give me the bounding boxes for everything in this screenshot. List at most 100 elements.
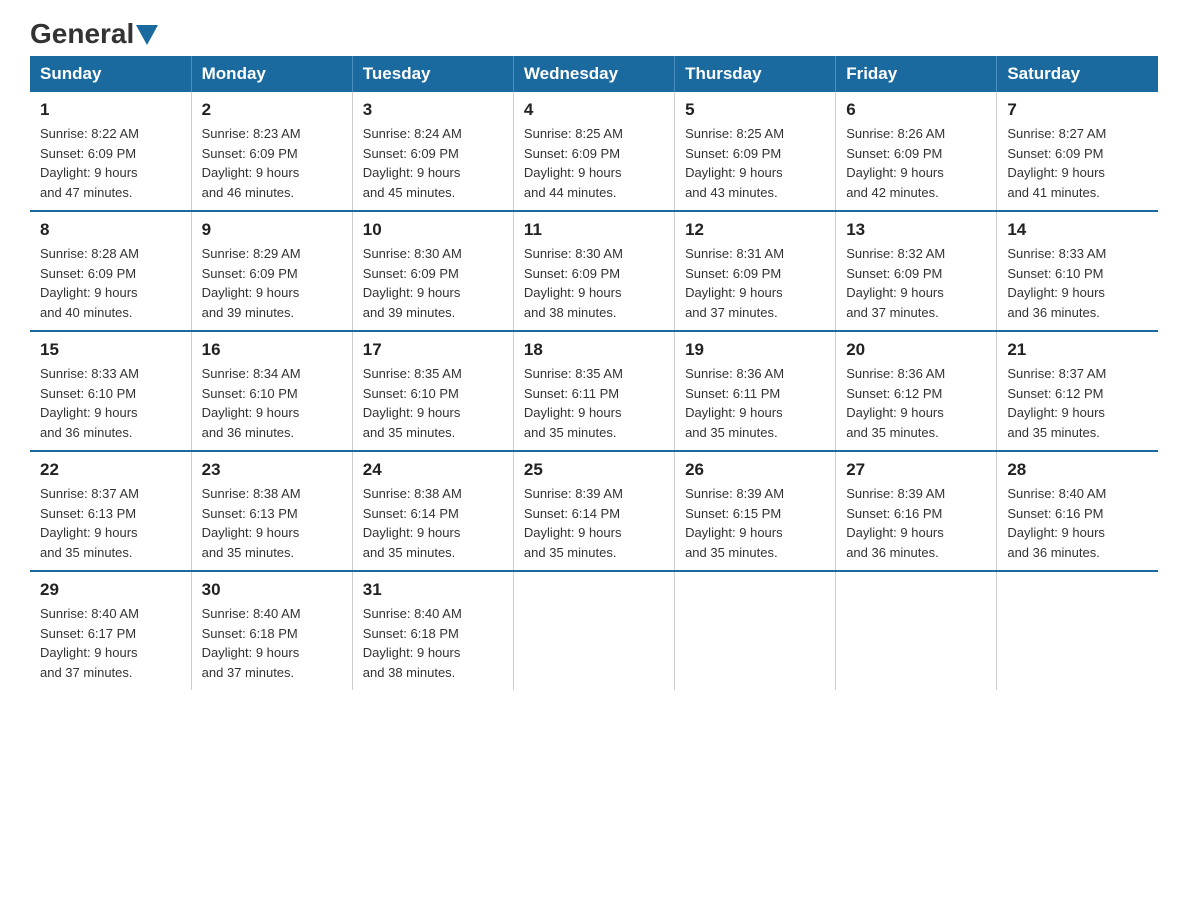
calendar-day-23: 23Sunrise: 8:38 AMSunset: 6:13 PMDayligh…	[191, 451, 352, 571]
calendar-day-14: 14 Sunrise: 8:33 AMSunset: 6:10 PMDayligh…	[997, 211, 1158, 331]
calendar-day-30: 30 Sunrise: 8:40 AMSunset: 6:18 PMDayligh…	[191, 571, 352, 690]
day-info: Sunrise: 8:26 AMSunset: 6:09 PMDaylight:…	[846, 124, 986, 202]
day-number: 5	[685, 100, 825, 120]
calendar-day-4: 4 Sunrise: 8:25 AMSunset: 6:09 PMDaylight…	[513, 92, 674, 211]
day-info: Sunrise: 8:35 AMSunset: 6:10 PMDaylight:…	[363, 364, 503, 442]
day-number: 14	[1007, 220, 1148, 240]
calendar-day-8: 8Sunrise: 8:28 AMSunset: 6:09 PMDaylight…	[30, 211, 191, 331]
day-info: Sunrise: 8:39 AMSunset: 6:16 PMDaylight:…	[846, 484, 986, 562]
calendar-day-7: 7 Sunrise: 8:27 AMSunset: 6:09 PMDaylight…	[997, 92, 1158, 211]
day-number: 1	[40, 100, 181, 120]
day-number: 18	[524, 340, 664, 360]
header-wednesday: Wednesday	[513, 56, 674, 92]
calendar-day-9: 9 Sunrise: 8:29 AMSunset: 6:09 PMDaylight…	[191, 211, 352, 331]
day-info: Sunrise: 8:30 AMSunset: 6:09 PMDaylight:…	[363, 244, 503, 322]
day-info: Sunrise: 8:36 AMSunset: 6:11 PMDaylight:…	[685, 364, 825, 442]
day-number: 6	[846, 100, 986, 120]
calendar-day-20: 20 Sunrise: 8:36 AMSunset: 6:12 PMDayligh…	[836, 331, 997, 451]
day-number: 30	[202, 580, 342, 600]
day-number: 7	[1007, 100, 1148, 120]
logo: General	[30, 20, 158, 46]
calendar-day-18: 18 Sunrise: 8:35 AMSunset: 6:11 PMDayligh…	[513, 331, 674, 451]
calendar-day-5: 5 Sunrise: 8:25 AMSunset: 6:09 PMDaylight…	[675, 92, 836, 211]
day-info: Sunrise: 8:32 AMSunset: 6:09 PMDaylight:…	[846, 244, 986, 322]
calendar-day-2: 2 Sunrise: 8:23 AMSunset: 6:09 PMDaylight…	[191, 92, 352, 211]
day-info: Sunrise: 8:40 AMSunset: 6:18 PMDaylight:…	[202, 604, 342, 682]
day-info: Sunrise: 8:23 AMSunset: 6:09 PMDaylight:…	[202, 124, 342, 202]
day-info: Sunrise: 8:33 AMSunset: 6:10 PMDaylight:…	[1007, 244, 1148, 322]
empty-cell	[997, 571, 1158, 690]
day-info: Sunrise: 8:34 AMSunset: 6:10 PMDaylight:…	[202, 364, 342, 442]
day-info: Sunrise: 8:31 AMSunset: 6:09 PMDaylight:…	[685, 244, 825, 322]
day-info: Sunrise: 8:35 AMSunset: 6:11 PMDaylight:…	[524, 364, 664, 442]
day-number: 8	[40, 220, 181, 240]
day-info: Sunrise: 8:39 AMSunset: 6:14 PMDaylight:…	[524, 484, 664, 562]
calendar-day-6: 6 Sunrise: 8:26 AMSunset: 6:09 PMDaylight…	[836, 92, 997, 211]
calendar-day-26: 26 Sunrise: 8:39 AMSunset: 6:15 PMDayligh…	[675, 451, 836, 571]
calendar-day-12: 12 Sunrise: 8:31 AMSunset: 6:09 PMDayligh…	[675, 211, 836, 331]
calendar-day-21: 21Sunrise: 8:37 AMSunset: 6:12 PMDayligh…	[997, 331, 1158, 451]
calendar-day-3: 3 Sunrise: 8:24 AMSunset: 6:09 PMDaylight…	[352, 92, 513, 211]
calendar-week-1: 1 Sunrise: 8:22 AMSunset: 6:09 PMDaylight…	[30, 92, 1158, 211]
calendar-day-10: 10 Sunrise: 8:30 AMSunset: 6:09 PMDayligh…	[352, 211, 513, 331]
empty-cell	[675, 571, 836, 690]
page-header: General	[30, 20, 1158, 46]
day-number: 16	[202, 340, 342, 360]
logo-arrow-icon	[136, 25, 158, 45]
day-number: 10	[363, 220, 503, 240]
header-thursday: Thursday	[675, 56, 836, 92]
calendar-day-29: 29Sunrise: 8:40 AMSunset: 6:17 PMDayligh…	[30, 571, 191, 690]
calendar-day-22: 22 Sunrise: 8:37 AMSunset: 6:13 PMDayligh…	[30, 451, 191, 571]
calendar-day-17: 17 Sunrise: 8:35 AMSunset: 6:10 PMDayligh…	[352, 331, 513, 451]
day-number: 20	[846, 340, 986, 360]
day-number: 3	[363, 100, 503, 120]
day-info: Sunrise: 8:40 AMSunset: 6:16 PMDaylight:…	[1007, 484, 1148, 562]
calendar-day-28: 28Sunrise: 8:40 AMSunset: 6:16 PMDayligh…	[997, 451, 1158, 571]
day-info: Sunrise: 8:24 AMSunset: 6:09 PMDaylight:…	[363, 124, 503, 202]
day-info: Sunrise: 8:29 AMSunset: 6:09 PMDaylight:…	[202, 244, 342, 322]
day-number: 11	[524, 220, 664, 240]
calendar-day-24: 24 Sunrise: 8:38 AMSunset: 6:14 PMDayligh…	[352, 451, 513, 571]
day-number: 22	[40, 460, 181, 480]
day-info: Sunrise: 8:38 AMSunset: 6:14 PMDaylight:…	[363, 484, 503, 562]
calendar-day-19: 19Sunrise: 8:36 AMSunset: 6:11 PMDayligh…	[675, 331, 836, 451]
day-number: 31	[363, 580, 503, 600]
day-info: Sunrise: 8:27 AMSunset: 6:09 PMDaylight:…	[1007, 124, 1148, 202]
calendar-day-13: 13 Sunrise: 8:32 AMSunset: 6:09 PMDayligh…	[836, 211, 997, 331]
calendar-week-4: 22 Sunrise: 8:37 AMSunset: 6:13 PMDayligh…	[30, 451, 1158, 571]
day-info: Sunrise: 8:40 AMSunset: 6:18 PMDaylight:…	[363, 604, 503, 682]
day-number: 13	[846, 220, 986, 240]
day-number: 26	[685, 460, 825, 480]
day-number: 9	[202, 220, 342, 240]
calendar-week-5: 29Sunrise: 8:40 AMSunset: 6:17 PMDayligh…	[30, 571, 1158, 690]
calendar-day-16: 16 Sunrise: 8:34 AMSunset: 6:10 PMDayligh…	[191, 331, 352, 451]
day-info: Sunrise: 8:25 AMSunset: 6:09 PMDaylight:…	[524, 124, 664, 202]
day-number: 15	[40, 340, 181, 360]
day-info: Sunrise: 8:25 AMSunset: 6:09 PMDaylight:…	[685, 124, 825, 202]
day-number: 12	[685, 220, 825, 240]
header-saturday: Saturday	[997, 56, 1158, 92]
logo-general: General	[30, 20, 134, 48]
day-number: 17	[363, 340, 503, 360]
day-number: 4	[524, 100, 664, 120]
header-friday: Friday	[836, 56, 997, 92]
header-sunday: Sunday	[30, 56, 191, 92]
calendar-day-25: 25Sunrise: 8:39 AMSunset: 6:14 PMDayligh…	[513, 451, 674, 571]
day-number: 27	[846, 460, 986, 480]
day-info: Sunrise: 8:30 AMSunset: 6:09 PMDaylight:…	[524, 244, 664, 322]
day-info: Sunrise: 8:33 AMSunset: 6:10 PMDaylight:…	[40, 364, 181, 442]
day-info: Sunrise: 8:40 AMSunset: 6:17 PMDaylight:…	[40, 604, 181, 682]
day-info: Sunrise: 8:37 AMSunset: 6:13 PMDaylight:…	[40, 484, 181, 562]
calendar-day-11: 11 Sunrise: 8:30 AMSunset: 6:09 PMDayligh…	[513, 211, 674, 331]
empty-cell	[513, 571, 674, 690]
day-number: 24	[363, 460, 503, 480]
day-number: 2	[202, 100, 342, 120]
header-monday: Monday	[191, 56, 352, 92]
calendar-day-1: 1 Sunrise: 8:22 AMSunset: 6:09 PMDaylight…	[30, 92, 191, 211]
day-info: Sunrise: 8:22 AMSunset: 6:09 PMDaylight:…	[40, 124, 181, 202]
day-info: Sunrise: 8:39 AMSunset: 6:15 PMDaylight:…	[685, 484, 825, 562]
day-info: Sunrise: 8:36 AMSunset: 6:12 PMDaylight:…	[846, 364, 986, 442]
day-info: Sunrise: 8:37 AMSunset: 6:12 PMDaylight:…	[1007, 364, 1148, 442]
calendar-day-27: 27 Sunrise: 8:39 AMSunset: 6:16 PMDayligh…	[836, 451, 997, 571]
day-number: 23	[202, 460, 342, 480]
